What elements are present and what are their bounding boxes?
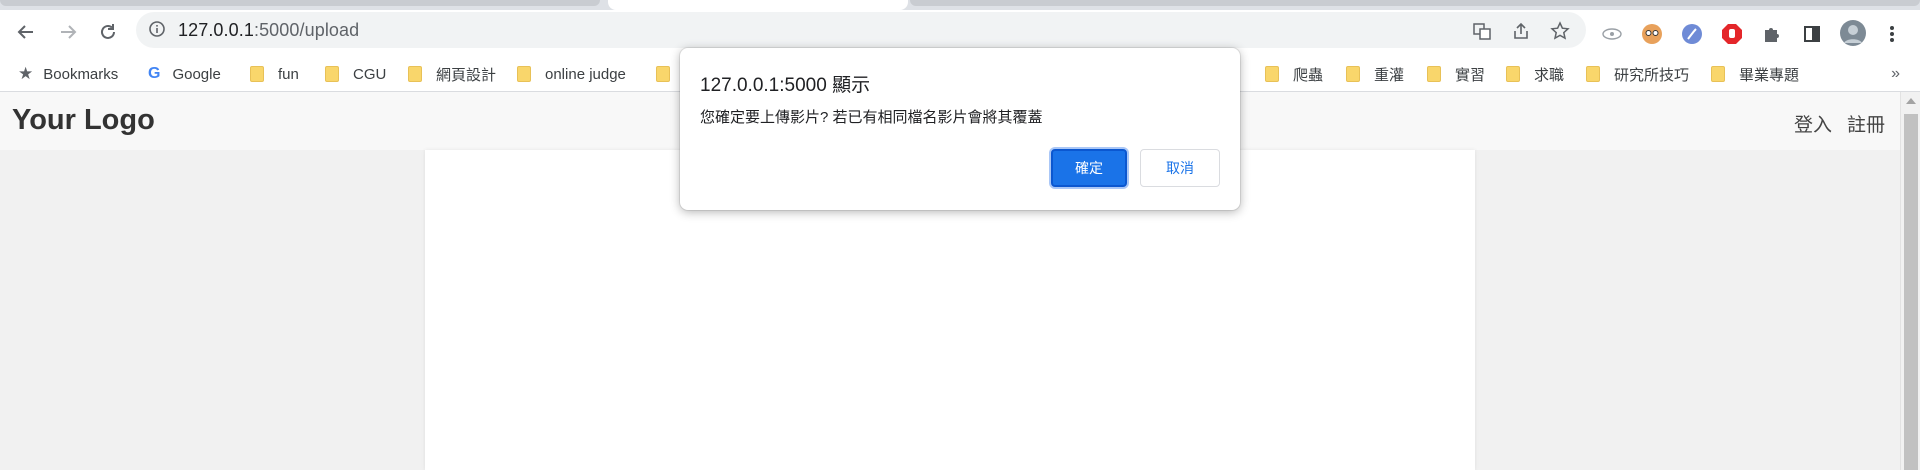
scroll-up-arrow-icon[interactable] (1906, 98, 1916, 104)
bookmark-folder-project[interactable]: 畢業專題 (1711, 56, 1799, 92)
bookmark-label: 爬蟲 (1293, 66, 1324, 84)
login-link[interactable]: 登入 (1794, 110, 1832, 137)
bookmark-label: fun (278, 65, 299, 83)
bookmark-label: CGU (353, 65, 387, 83)
back-arrow-icon (17, 25, 33, 39)
inactive-tab[interactable] (0, 0, 600, 6)
folder-icon (656, 66, 670, 82)
side-panel-icon[interactable] (1800, 22, 1824, 46)
folder-icon (1265, 66, 1279, 82)
extension-eye-icon[interactable] (1600, 22, 1624, 46)
site-info-icon[interactable] (148, 20, 166, 43)
bookmarks-overflow-button[interactable]: » (1891, 56, 1900, 92)
forward-arrow-icon (61, 25, 77, 39)
reload-button[interactable] (92, 16, 124, 48)
bookmark-label: Google (172, 65, 221, 83)
menu-kebab-icon[interactable] (1880, 22, 1904, 46)
bookmark-label: online judge (545, 65, 626, 83)
folder-icon (1506, 66, 1520, 82)
url-path: :5000/upload (253, 20, 360, 40)
back-button[interactable] (10, 16, 42, 48)
bookmark-label: 重灌 (1374, 66, 1405, 84)
bookmark-folder-cgu[interactable]: CGU (325, 56, 386, 92)
bookmark-folder-grad-school[interactable]: 研究所技巧 (1586, 56, 1689, 92)
folder-icon (250, 66, 264, 82)
extensions-puzzle-icon[interactable] (1760, 22, 1784, 46)
folder-icon (1711, 66, 1725, 82)
confirm-cancel-button[interactable]: 取消 (1140, 149, 1220, 187)
bookmarks-label: Bookmarks (43, 65, 119, 83)
chevron-double-right-icon: » (1891, 65, 1900, 82)
bookmark-google[interactable]: G Google (148, 56, 221, 92)
bookmark-folder-job[interactable]: 求職 (1506, 56, 1564, 92)
bookmarks-menu[interactable]: ★ Bookmarks (18, 56, 118, 92)
bookmark-folder-reinstall[interactable]: 重灌 (1346, 56, 1404, 92)
folder-icon (325, 66, 339, 82)
bookmark-star-icon[interactable] (1549, 20, 1571, 42)
bookmark-label: 研究所技巧 (1614, 66, 1690, 84)
tab-strip (0, 0, 1920, 10)
forward-button[interactable] (52, 16, 84, 48)
url-text: 127.0.0.1:5000/upload (178, 20, 359, 41)
bookmark-folder-crawler[interactable]: 爬蟲 (1265, 56, 1323, 92)
folder-icon (517, 66, 531, 82)
reload-icon (101, 24, 115, 39)
bookmark-label: 求職 (1534, 66, 1565, 84)
extension-feather-icon[interactable] (1680, 22, 1704, 46)
folder-icon (1346, 66, 1360, 82)
address-bar[interactable]: 127.0.0.1:5000/upload (136, 12, 1586, 48)
extension-adblock-icon[interactable] (1720, 22, 1744, 46)
register-link[interactable]: 註冊 (1847, 110, 1885, 137)
url-host: 127.0.0.1 (178, 20, 254, 40)
confirm-ok-button[interactable]: 確定 (1051, 149, 1127, 187)
profile-avatar[interactable] (1838, 18, 1868, 48)
dialog-title: 127.0.0.1:5000 顯示 (700, 75, 871, 96)
bookmark-folder-fun[interactable]: fun (250, 56, 299, 92)
bookmark-label: 網頁設計 (436, 66, 497, 84)
translate-icon[interactable] (1471, 20, 1493, 42)
site-logo[interactable]: Your Logo (12, 104, 155, 137)
star-icon: ★ (18, 64, 34, 83)
bookmark-label: 畢業專題 (1739, 66, 1800, 84)
folder-icon (1427, 66, 1441, 82)
google-icon: G (148, 65, 161, 82)
active-tab[interactable] (608, 0, 908, 10)
vertical-scrollbar[interactable] (1900, 92, 1920, 470)
bookmark-folder-online-judge[interactable]: online judge (517, 56, 626, 92)
dialog-message: 您確定要上傳影片? 若已有相同檔名影片會將其覆蓋 (700, 109, 1043, 126)
inactive-tab[interactable] (910, 0, 1920, 6)
extension-face-icon[interactable] (1640, 22, 1664, 46)
bookmark-folder-web-design[interactable]: 網頁設計 (408, 56, 496, 92)
folder-icon (1586, 66, 1600, 82)
bookmark-folder-internship[interactable]: 實習 (1427, 56, 1485, 92)
confirm-dialog: 127.0.0.1:5000 顯示 您確定要上傳影片? 若已有相同檔名影片會將其… (680, 48, 1240, 210)
bookmark-label: 實習 (1455, 66, 1486, 84)
share-icon[interactable] (1510, 20, 1532, 42)
scrollbar-thumb[interactable] (1904, 114, 1918, 470)
folder-icon (408, 66, 422, 82)
